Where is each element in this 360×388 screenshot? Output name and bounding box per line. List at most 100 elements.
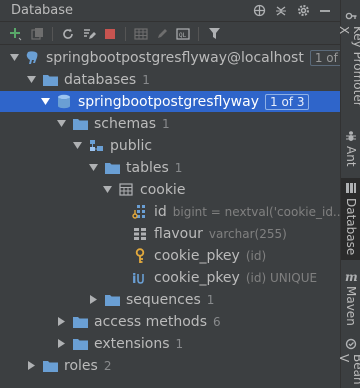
tree-row-sequences[interactable]: sequences 1 (0, 289, 340, 310)
table-icon[interactable] (133, 26, 149, 42)
console-icon[interactable]: QL (175, 26, 191, 42)
child-count: 1 (162, 116, 170, 131)
tree-row-primary-key[interactable]: cookie_pkey (id) (0, 245, 340, 266)
index-columns: (id) UNIQUE (245, 270, 318, 285)
folder-icon (104, 292, 120, 308)
child-count: 2 (103, 358, 112, 373)
tab-key-promoter-x[interactable]: Key Promoter X (337, 6, 360, 118)
toolbar: QL (0, 23, 340, 45)
table-icon (118, 182, 134, 198)
tree-row-label: databases (64, 71, 137, 88)
tree-row-column-flavour[interactable]: flavour varchar(255) (0, 223, 340, 244)
gear-icon[interactable] (296, 4, 310, 18)
tab-database[interactable]: Database (341, 178, 360, 260)
collapsed-arrow-icon[interactable] (26, 361, 36, 371)
tab-label: Maven (344, 286, 358, 326)
tree-row-label: springbootpostgresflyway (78, 93, 259, 110)
child-count: 1 (142, 72, 150, 87)
child-count: 1 (174, 160, 183, 175)
tree-row-label: id (154, 203, 167, 220)
tree-row-label: cookie_pkey (154, 247, 240, 264)
folder-icon (42, 72, 58, 88)
panel-header: Database (0, 0, 340, 22)
schema-icon (88, 138, 104, 154)
tab-ant[interactable]: Ant (341, 126, 360, 174)
stop-icon[interactable] (102, 26, 118, 42)
tree-row-label: access methods (94, 313, 207, 330)
key-columns: (id) (245, 248, 267, 263)
folder-icon (72, 336, 88, 352)
expanded-arrow-icon[interactable] (72, 141, 82, 151)
tree-row-table-cookie[interactable]: cookie (0, 179, 340, 200)
primary-key-column-icon (132, 204, 148, 220)
tab-label: Database (344, 198, 358, 256)
database-icon (345, 182, 357, 194)
column-type: varchar(255) (208, 226, 287, 241)
database-panel: Database QL springbootpostgresflyway@loc… (0, 0, 355, 388)
tab-label: Bean V (337, 354, 360, 385)
tree-row-label: schemas (94, 115, 156, 132)
panel-title: Database (11, 3, 74, 18)
toolbar-separator (125, 26, 126, 41)
maven-icon: m (345, 270, 357, 282)
copy-icon[interactable] (29, 26, 45, 42)
edit-properties-icon[interactable] (81, 26, 97, 42)
tree-row-database-selected[interactable]: springbootpostgresflyway 1 of 3 (0, 91, 340, 112)
tree-row-label: cookie (140, 181, 186, 198)
database-icon (56, 94, 72, 110)
expanded-arrow-icon[interactable] (40, 97, 50, 107)
folder-icon (72, 116, 88, 132)
folder-icon (42, 358, 58, 374)
tree-row-label: cookie_pkey (154, 269, 240, 286)
count-badge: 1 of 3 (265, 93, 310, 110)
hide-icon[interactable] (318, 4, 332, 18)
tree-row-label: tables (126, 159, 169, 176)
tree-row-column-id[interactable]: id bigint = nextval('cookie_id... (0, 201, 344, 222)
tab-label: Ant (344, 146, 358, 167)
folder-icon (72, 314, 88, 330)
globe-icon[interactable] (252, 4, 266, 18)
tree-row-connection[interactable]: springbootpostgresflyway@localhost 1 of … (0, 47, 355, 68)
svg-text:i: i (132, 272, 136, 285)
right-tool-window-bar: Key Promoter X Ant Database m Maven Bean… (337, 0, 360, 388)
tree-row-schemas[interactable]: schemas 1 (0, 113, 340, 134)
tree-row-tables[interactable]: tables 1 (0, 157, 340, 178)
tree-row-roles[interactable]: roles 2 (0, 355, 340, 376)
column-icon (132, 226, 148, 242)
svg-text:QL: QL (179, 32, 187, 39)
tree-row-public[interactable]: public (0, 135, 340, 156)
child-count: 6 (212, 314, 221, 329)
expanded-arrow-icon[interactable] (88, 163, 98, 173)
toolbar-separator (198, 26, 199, 41)
collapsed-arrow-icon[interactable] (56, 339, 66, 349)
key-icon (132, 247, 148, 264)
svg-text:m: m (345, 270, 357, 282)
tab-label: Key Promoter X (337, 26, 360, 107)
tree-row-label: roles (64, 357, 98, 374)
filter-icon[interactable] (206, 26, 222, 42)
tree-row-access-methods[interactable]: access methods 6 (0, 311, 340, 332)
tree-row-label: extensions (94, 335, 170, 352)
column-type: bigint = nextval('cookie_id... (172, 204, 345, 219)
tab-maven[interactable]: m Maven (341, 266, 360, 330)
expanded-arrow-icon[interactable] (10, 53, 19, 63)
collapse-icon[interactable] (274, 4, 288, 18)
bean-icon (345, 338, 357, 350)
folder-icon (104, 160, 120, 176)
toolbar-separator (52, 26, 53, 41)
refresh-icon[interactable] (60, 26, 76, 42)
expanded-arrow-icon[interactable] (56, 119, 66, 129)
tree-row-label: springbootpostgresflyway@localhost (46, 49, 304, 66)
expanded-arrow-icon[interactable] (102, 185, 112, 195)
tree-row-extensions[interactable]: extensions 1 (0, 333, 340, 354)
tree-row-unique-index[interactable]: i cookie_pkey (id) UNIQUE (0, 267, 340, 288)
tab-bean-validation[interactable]: Bean V (337, 334, 360, 388)
tree-row-label: public (110, 137, 153, 154)
add-icon[interactable] (8, 26, 24, 42)
tree-row-label: flavour (154, 225, 203, 242)
expanded-arrow-icon[interactable] (26, 75, 36, 85)
pencil-icon[interactable] (154, 26, 170, 42)
collapsed-arrow-icon[interactable] (56, 317, 66, 327)
tree-row-databases[interactable]: databases 1 (0, 69, 340, 90)
collapsed-arrow-icon[interactable] (88, 295, 98, 305)
